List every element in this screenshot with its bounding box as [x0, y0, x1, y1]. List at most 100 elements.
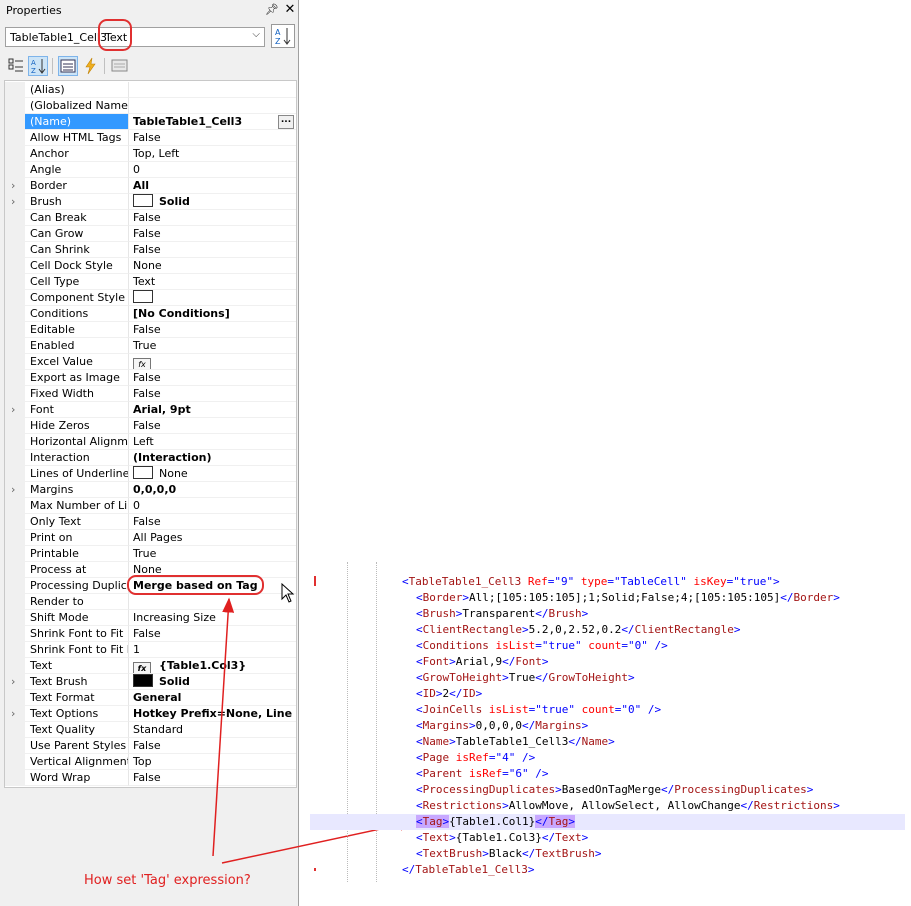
xml-token: > — [581, 719, 589, 732]
xml-line[interactable]: <Font>Arial,9</Font> — [310, 654, 905, 670]
xml-line[interactable]: <Restrictions>AllowMove, AllowSelect, Al… — [310, 798, 905, 814]
xml-token: < — [416, 783, 423, 796]
xml-token: > — [462, 591, 469, 604]
xml-token: > — [833, 591, 840, 604]
xml-token — [462, 767, 469, 780]
xml-token: > — [521, 623, 529, 636]
xml-token: true — [548, 639, 575, 652]
xml-token: " — [574, 639, 589, 652]
xml-line[interactable]: <Border>All;[105:105:105];1;Solid;False;… — [310, 590, 905, 606]
xml-token: isRef — [455, 751, 489, 764]
xml-token: Conditions — [422, 639, 489, 652]
xml-line[interactable]: <ClientRectangle>5.2,0,2.52,0.2</ClientR… — [310, 622, 905, 638]
xml-token: =" — [621, 639, 635, 652]
xml-token: < — [416, 815, 423, 828]
xml-token: =" — [502, 767, 516, 780]
xml-token: < — [402, 575, 409, 588]
xml-token: > — [733, 623, 741, 636]
xml-line[interactable]: <ID>2</ID> — [310, 686, 905, 702]
xml-token: < — [416, 751, 423, 764]
xml-token: Border — [793, 591, 834, 604]
xml-token: " — [680, 575, 694, 588]
xml-token: < — [416, 639, 423, 652]
xml-token: </ — [502, 655, 516, 668]
xml-token: < — [416, 687, 423, 700]
xml-line[interactable]: <GrowToHeight>True</GrowToHeight> — [310, 670, 905, 686]
xml-line[interactable]: <TextBrush>Black</TextBrush> — [310, 846, 905, 862]
xml-token: TableTable1_Cell3 — [415, 863, 528, 876]
xml-token: 5.2,0,2.52,0.2 — [528, 623, 622, 636]
xml-token: > — [568, 815, 575, 828]
xml-line[interactable]: <TableTable1_Cell3 Ref="9" type="TableCe… — [310, 574, 905, 590]
xml-token: Text — [422, 831, 450, 844]
xml-line[interactable]: <Conditions isList="true" count="0" /> — [310, 638, 905, 654]
xml-token: </ — [521, 847, 536, 860]
xml-token: Border — [422, 591, 463, 604]
xml-editor: <TableTable1_Cell3 Ref="9" type="TableCe… — [310, 562, 905, 882]
xml-line[interactable]: <Margins>0,0,0,0</Margins> — [310, 718, 905, 734]
xml-token: > — [627, 671, 635, 684]
xml-token: ProcessingDuplicates — [422, 783, 556, 796]
xml-token: </ — [541, 831, 556, 844]
xml-token: ProcessingDuplicates — [674, 783, 807, 796]
xml-line[interactable]: <Name>TableTable1_Cell3</Name> — [310, 734, 905, 750]
xml-token: </ — [449, 687, 463, 700]
xml-line[interactable]: <ProcessingDuplicates>BasedOnTagMerge</P… — [310, 782, 905, 798]
xml-token: > — [468, 719, 476, 732]
xml-token: </ — [535, 607, 549, 620]
xml-token: < — [416, 767, 423, 780]
xml-line[interactable]: <Parent isRef="6" /> — [310, 766, 905, 782]
xml-token: < — [416, 831, 423, 844]
xml-token: > — [449, 735, 456, 748]
xml-token: TextBrush — [422, 847, 483, 860]
xml-token: count — [588, 639, 622, 652]
xml-line[interactable]: <Text>{Table1.Col3}</Text> — [310, 830, 905, 846]
xml-token: Tag — [548, 815, 569, 828]
xml-token: =" — [528, 703, 542, 716]
xml-token: True — [508, 671, 536, 684]
xml-token: < — [416, 591, 423, 604]
xml-line-text: <Border>All;[105:105:105];1;Solid;False;… — [416, 590, 840, 606]
xml-token: > — [502, 799, 509, 812]
xml-token: ID — [462, 687, 476, 700]
xml-token: Ref — [527, 575, 548, 588]
xml-token: TableTable1_Cell3 — [455, 735, 569, 748]
arrow-to-processing-duplicates — [212, 597, 235, 857]
xml-token: true — [541, 703, 569, 716]
xml-token: Restrictions — [753, 799, 834, 812]
xml-token: AllowMove, AllowSelect, AllowChange — [508, 799, 741, 812]
xml-line[interactable]: <Page isRef="4" /> — [310, 750, 905, 766]
xml-token: Name — [581, 735, 609, 748]
xml-token: 4 — [502, 751, 509, 764]
xml-token: GrowToHeight — [422, 671, 503, 684]
xml-token: Brush — [422, 607, 456, 620]
xml-token: Margins — [535, 719, 582, 732]
xml-token: true — [739, 575, 767, 588]
xml-line[interactable]: <JoinCells isList="true" count="0" /> — [310, 702, 905, 718]
xml-token: > — [608, 735, 615, 748]
xml-token: Font — [422, 655, 450, 668]
xml-token: < — [416, 799, 423, 812]
xml-line[interactable]: </TableTable1_Cell3> — [310, 862, 905, 878]
xml-token: {Table1.Col1} — [449, 815, 536, 828]
xml-token: Text — [555, 831, 582, 844]
xml-line[interactable]: <Tag>{Table1.Col1}</Tag> — [310, 814, 905, 830]
xml-token: > — [449, 831, 456, 844]
xml-token: < — [416, 607, 423, 620]
xml-line-text: <Page isRef="4" /> — [416, 750, 535, 766]
xml-token: > — [527, 863, 535, 876]
xml-token: </ — [402, 863, 416, 876]
xml-token: TableCell — [620, 575, 681, 588]
xml-token: =" — [726, 575, 740, 588]
xml-token: > — [435, 687, 443, 700]
xml-token: Restrictions — [422, 799, 503, 812]
xml-token: Arial,9 — [455, 655, 503, 668]
xml-line-text: <Brush>Transparent</Brush> — [416, 606, 588, 622]
xml-token: isRef — [469, 767, 503, 780]
xml-token: < — [416, 735, 423, 748]
xml-token: TextBrush — [535, 847, 595, 860]
xml-token: > — [806, 783, 814, 796]
xml-line-text: <Conditions isList="true" count="0" /> — [416, 638, 668, 654]
xml-line[interactable]: <Brush>Transparent</Brush> — [310, 606, 905, 622]
xml-token: "> — [766, 575, 780, 588]
